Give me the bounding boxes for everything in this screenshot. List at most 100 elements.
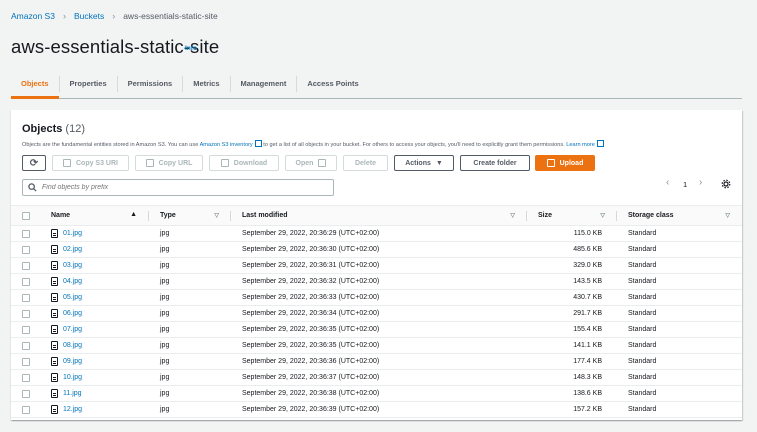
file-icon [51, 373, 58, 382]
open-label: Open [295, 159, 314, 167]
row-checkbox[interactable] [22, 261, 30, 270]
breadcrumb-separator-icon: › [62, 11, 66, 21]
tab-objects[interactable]: Objects [11, 73, 59, 99]
table-row[interactable]: 02.jpg jpg September 29, 2022, 20:36:30 (U… [11, 242, 742, 258]
actions-dropdown[interactable]: Actions ▼ [394, 155, 454, 171]
row-checkbox[interactable] [22, 373, 30, 382]
table-row[interactable]: 11.jpg jpg September 29, 2022, 20:36:38 (U… [11, 386, 742, 402]
row-checkbox[interactable] [22, 229, 30, 238]
file-icon [51, 325, 58, 334]
row-checkbox[interactable] [22, 245, 30, 254]
table-row[interactable]: 12.jpg jpg September 29, 2022, 20:36:39 (U… [11, 402, 742, 418]
download-label: Download [233, 159, 268, 167]
copy-url-button[interactable]: Copy URL [135, 155, 203, 171]
delete-button[interactable]: Delete [343, 155, 388, 171]
object-size: 115.0 KB [573, 230, 602, 237]
upload-button[interactable]: Upload [535, 155, 595, 171]
file-icon [51, 229, 58, 238]
object-name-link[interactable]: 02.jpg [63, 246, 82, 253]
objects-count: (12) [65, 123, 85, 135]
learn-more-link[interactable]: Learn more [566, 142, 595, 148]
column-storage-class[interactable]: Storage class ▽ [617, 206, 742, 226]
refresh-icon: ⟳ [29, 157, 39, 169]
file-icon [51, 341, 58, 350]
object-name-link[interactable]: 11.jpg [63, 390, 82, 397]
row-checkbox[interactable] [22, 309, 30, 318]
select-all-checkbox[interactable] [22, 211, 30, 220]
object-name-link[interactable]: 01.jpg [63, 230, 82, 237]
breadcrumb-buckets[interactable]: Buckets [74, 11, 104, 21]
column-name[interactable]: Name ▲ [51, 206, 149, 226]
tab-access-points[interactable]: Access Points [297, 73, 368, 94]
sort-icon: ▽ [510, 213, 515, 219]
copy-s3-uri-button[interactable]: Copy S3 URI [52, 155, 129, 171]
object-name-link[interactable]: 04.jpg [63, 278, 82, 285]
object-type: jpg [160, 294, 170, 301]
upload-label: Upload [559, 159, 584, 167]
table-row[interactable]: 07.jpg jpg September 29, 2022, 20:36:35 (U… [11, 322, 742, 338]
object-name-link[interactable]: 09.jpg [63, 358, 82, 365]
object-storage-class: Standard [628, 294, 657, 301]
row-checkbox[interactable] [22, 277, 30, 286]
actions-label: Actions [405, 159, 431, 167]
refresh-button[interactable]: ⟳ [22, 155, 46, 171]
object-name-link[interactable]: 07.jpg [63, 326, 82, 333]
row-checkbox[interactable] [22, 357, 30, 366]
breadcrumb-amazon-s3[interactable]: Amazon S3 [11, 11, 55, 21]
tab-bar: Objects Properties Permissions Metrics M… [11, 73, 742, 99]
object-size: 155.4 KB [573, 326, 602, 333]
info-link[interactable]: Info [185, 45, 197, 52]
table-row[interactable]: 01.jpg jpg September 29, 2022, 20:36:29 (U… [11, 226, 742, 242]
object-storage-class: Standard [628, 326, 657, 333]
download-button[interactable]: Download [209, 155, 279, 171]
row-checkbox[interactable] [22, 405, 30, 414]
breadcrumb-current: aws-essentials-static-site [123, 11, 218, 21]
external-link-icon [318, 159, 327, 167]
object-size: 138.6 KB [573, 390, 602, 397]
object-name-link[interactable]: 05.jpg [63, 294, 82, 301]
tab-permissions[interactable]: Permissions [118, 73, 183, 94]
object-size: 148.3 KB [573, 374, 602, 381]
object-name-link[interactable]: 03.jpg [63, 262, 82, 269]
object-last-modified: September 29, 2022, 20:36:31 (UTC+02:00) [242, 262, 380, 269]
object-name-link[interactable]: 08.jpg [63, 342, 82, 349]
row-checkbox[interactable] [22, 341, 30, 350]
object-storage-class: Standard [628, 358, 657, 365]
table-row[interactable]: 06.jpg jpg September 29, 2022, 20:36:34 (U… [11, 306, 742, 322]
file-icon [51, 261, 58, 270]
tab-management[interactable]: Management [231, 73, 297, 94]
object-name-link[interactable]: 06.jpg [63, 310, 82, 317]
table-row[interactable]: 09.jpg jpg September 29, 2022, 20:36:36 (U… [11, 354, 742, 370]
file-icon [51, 245, 58, 254]
upload-icon [546, 159, 555, 167]
column-type[interactable]: Type ▽ [149, 206, 231, 226]
breadcrumb-separator-icon: › [112, 11, 116, 21]
object-name-link[interactable]: 10.jpg [63, 374, 82, 381]
open-button[interactable]: Open [285, 155, 337, 171]
sort-icon: ▽ [725, 213, 730, 219]
prev-page-icon[interactable]: ‹ [666, 177, 669, 188]
tab-properties[interactable]: Properties [60, 73, 117, 94]
search-input[interactable] [42, 184, 322, 191]
column-last-modified[interactable]: Last modified ▽ [231, 206, 527, 226]
table-row[interactable]: 10.jpg jpg September 29, 2022, 20:36:37 (U… [11, 370, 742, 386]
create-folder-button[interactable]: Create folder [460, 155, 530, 171]
file-icon [51, 405, 58, 414]
table-row[interactable]: 08.jpg jpg September 29, 2022, 20:36:35 (U… [11, 338, 742, 354]
object-name-link[interactable]: 12.jpg [63, 406, 82, 413]
row-checkbox[interactable] [22, 293, 30, 302]
table-row[interactable]: 03.jpg jpg September 29, 2022, 20:36:31 (U… [11, 258, 742, 274]
table-row[interactable]: 04.jpg jpg September 29, 2022, 20:36:32 (U… [11, 274, 742, 290]
object-type: jpg [160, 374, 170, 381]
search-box[interactable] [22, 179, 334, 196]
tab-metrics[interactable]: Metrics [183, 73, 229, 94]
page-number[interactable]: 1 [683, 180, 687, 189]
row-checkbox[interactable] [22, 389, 30, 398]
settings-gear-icon[interactable] [721, 179, 731, 189]
next-page-icon[interactable]: › [699, 177, 702, 188]
inventory-link[interactable]: Amazon S3 inventory [200, 142, 253, 148]
table-row[interactable]: 05.jpg jpg September 29, 2022, 20:36:33 (U… [11, 290, 742, 306]
row-checkbox[interactable] [22, 325, 30, 334]
column-size[interactable]: Size ▽ [527, 206, 617, 226]
delete-label: Delete [354, 159, 376, 167]
